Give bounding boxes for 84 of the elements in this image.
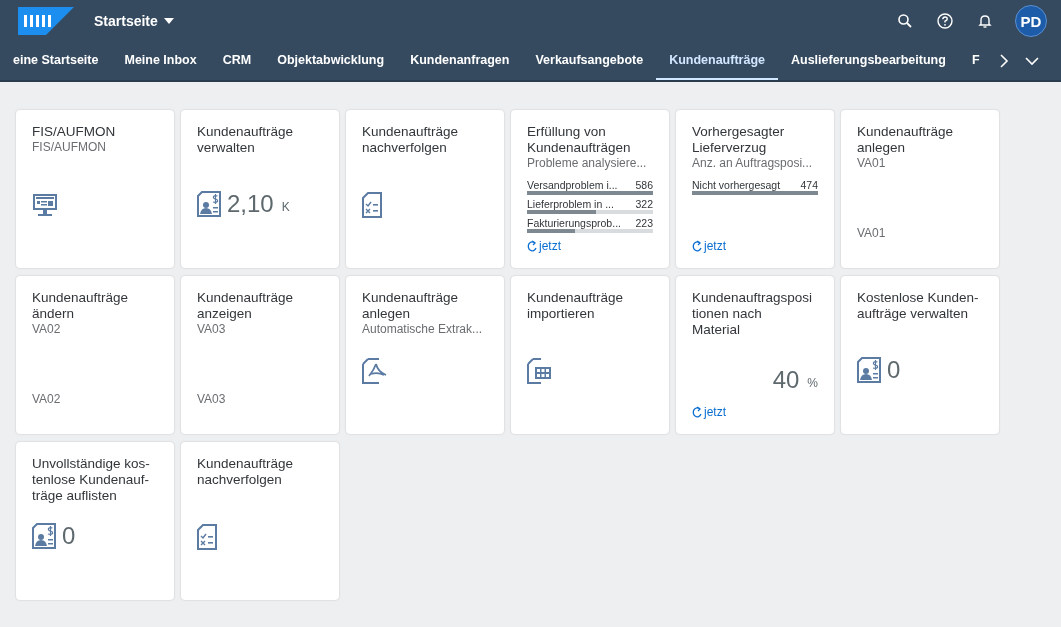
tile-title: Kundenaufträge anzeigen xyxy=(197,290,295,322)
bar-value: 322 xyxy=(635,198,653,210)
kpi-value: 0 xyxy=(62,522,76,550)
chevron-down-icon[interactable] xyxy=(1025,56,1039,66)
nav-tab[interactable]: Verkaufsangebote xyxy=(522,42,657,80)
kpi-value: 0 xyxy=(887,356,901,384)
app-tile[interactable]: Kundenaufträge verwalten 2,10 K xyxy=(181,110,339,268)
help-icon[interactable] xyxy=(937,13,953,29)
tile-subtitle: VA01 xyxy=(857,156,887,171)
kpi-value: 40 xyxy=(772,366,800,394)
table-document-icon xyxy=(527,358,553,384)
tile-subtitle: VA02 xyxy=(32,322,62,337)
app-tile[interactable]: Unvollständige kos- tenlose Kundenauf- träge auflisten 0 xyxy=(16,442,174,600)
nav-tab[interactable]: Objektabwicklung xyxy=(264,42,398,80)
checklist-document-icon xyxy=(362,192,382,218)
tile-subtitle: FIS/AUFMON xyxy=(32,140,107,155)
nav-tab[interactable]: Meine Inbox xyxy=(111,42,210,80)
bar-value: 586 xyxy=(635,179,653,191)
caret-icon xyxy=(163,18,174,24)
refresh-icon xyxy=(692,406,702,418)
tile-title: FIS/AUFMON xyxy=(32,124,117,140)
bar-value: 223 xyxy=(635,217,653,229)
app-tile[interactable]: Erfüllung von Kundenaufträgen Probleme analysiere... Versandproblem i... 586 Lieferproblem in ... 322 Fakturierungsprob... 223 jetzt xyxy=(511,110,669,268)
tile-title: Vorhergesagter Lieferverzug xyxy=(692,124,786,156)
tile-title: Kundenaufträge anlegen xyxy=(857,124,955,156)
nav-tab[interactable]: F xyxy=(958,42,993,80)
app-tile[interactable]: Kundenaufträge ändern VA02 VA02 xyxy=(16,276,174,434)
refresh-link[interactable]: jetzt xyxy=(527,239,561,253)
person-money-document-icon xyxy=(32,523,56,549)
tile-title: Kundenaufträge ändern xyxy=(32,290,130,322)
nav-tab[interactable]: Auslieferungsbearbeitung xyxy=(778,42,959,80)
kpi-value: 2,10 xyxy=(227,190,274,218)
nav-tab[interactable]: CRM xyxy=(209,42,265,80)
app-tile[interactable]: Kundenaufträge anlegen VA01 VA01 xyxy=(841,110,999,268)
tile-footer: VA03 xyxy=(197,392,323,406)
tile-subtitle: Probleme analysiere... xyxy=(527,156,648,171)
refresh-icon xyxy=(692,240,702,252)
tile-subtitle: VA03 xyxy=(197,322,227,337)
kpi-unit: K xyxy=(281,200,290,214)
bar-label: Fakturierungsprob... xyxy=(527,217,621,229)
person-money-document-icon xyxy=(857,357,881,383)
tile-title: Kundenaufträge importieren xyxy=(527,290,625,322)
app-tile[interactable]: FIS/AUFMON FIS/AUFMON xyxy=(16,110,174,268)
checklist-document-icon xyxy=(197,524,217,550)
nav-tab[interactable]: Kundenanfragen xyxy=(397,42,523,80)
user-avatar[interactable]: PD xyxy=(1015,5,1047,37)
refresh-icon xyxy=(527,240,537,252)
app-tile[interactable]: Kundenaufträge anlegen Automatische Extrak... xyxy=(346,276,504,434)
tile-title: Kundenaufträge verwalten xyxy=(197,124,295,156)
monitor-icon xyxy=(32,192,58,218)
bar-label: Versandproblem i... xyxy=(527,179,618,191)
app-tile[interactable]: Kundenauftragsposi tionen nach Material 40 % jetzt xyxy=(676,276,834,434)
app-tile[interactable]: Kostenlose Kunden- aufträge verwalten 0 xyxy=(841,276,999,434)
tile-subtitle: Automatische Extrak... xyxy=(362,322,484,337)
tile-subtitle: Anz. an Auftragsposi... xyxy=(692,156,814,171)
company-logo-icon[interactable] xyxy=(18,7,74,35)
tile-title: Kundenauftragsposi tionen nach Material xyxy=(692,290,814,338)
notification-bell-icon[interactable] xyxy=(977,13,993,29)
search-icon[interactable] xyxy=(897,13,913,29)
bar-value: 474 xyxy=(800,179,818,191)
person-money-document-icon xyxy=(197,191,221,217)
tile-title: Erfüllung von Kundenaufträgen xyxy=(527,124,632,156)
nav-tab[interactable]: Kundenaufträge xyxy=(656,42,778,80)
bar-label: Nicht vorhergesagt xyxy=(692,179,781,191)
tile-footer: VA01 xyxy=(857,226,983,240)
nav-tab[interactable]: eine Startseite xyxy=(0,42,112,80)
tile-title: Kostenlose Kunden- aufträge verwalten xyxy=(857,290,980,322)
tile-footer: VA02 xyxy=(32,392,158,406)
bar-label: Lieferproblem in ... xyxy=(527,198,614,210)
refresh-link[interactable]: jetzt xyxy=(692,239,726,253)
app-tile[interactable]: Kundenaufträge nachverfolgen xyxy=(181,442,339,600)
kpi-unit: % xyxy=(807,376,818,390)
app-tile[interactable]: Vorhergesagter Lieferverzug Anz. an Auftragsposi... Nicht vorhergesagt 474 jetzt xyxy=(676,110,834,268)
tile-title: Kundenaufträge nachverfolgen xyxy=(362,124,460,156)
tile-title: Kundenaufträge anlegen xyxy=(362,290,460,322)
app-tile[interactable]: Kundenaufträge nachverfolgen xyxy=(346,110,504,268)
tile-title: Kundenaufträge nachverfolgen xyxy=(197,456,295,488)
refresh-link[interactable]: jetzt xyxy=(692,405,726,419)
home-title-menu[interactable]: Startseite xyxy=(94,13,174,29)
pdf-document-icon xyxy=(362,358,388,384)
app-tile[interactable]: Kundenaufträge importieren xyxy=(511,276,669,434)
app-tile[interactable]: Kundenaufträge anzeigen VA03 VA03 xyxy=(181,276,339,434)
chevron-right-icon[interactable] xyxy=(999,54,1009,68)
tile-title: Unvollständige kos- tenlose Kundenauf- träge auflisten xyxy=(32,456,151,504)
